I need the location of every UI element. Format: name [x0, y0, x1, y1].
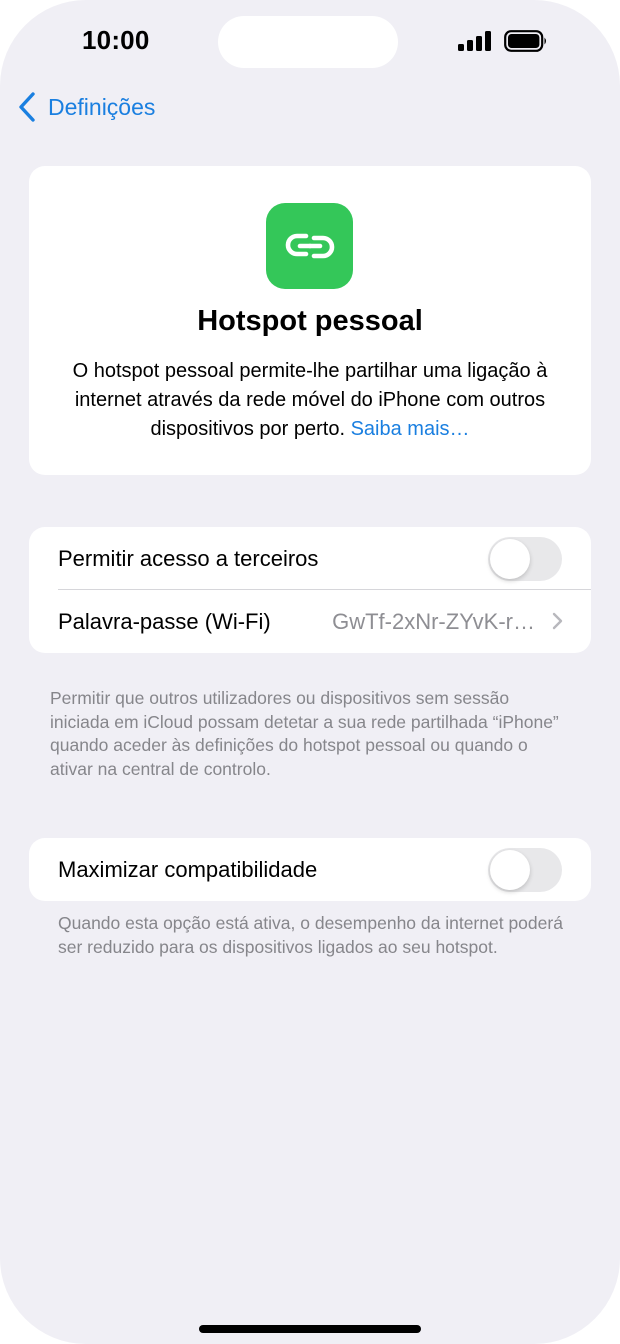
allow-others-toggle[interactable] [488, 536, 562, 581]
hotspot-settings-group: Permitir acesso a terceiros Palavra-pass… [29, 527, 591, 653]
maximize-compat-toggle[interactable] [488, 847, 562, 892]
hotspot-app-icon [266, 203, 353, 289]
battery-icon [504, 30, 546, 52]
status-icons [458, 30, 548, 52]
maximize-compat-label: Maximizar compatibilidade [58, 856, 318, 882]
toggle-knob [490, 538, 530, 579]
hero-description-text: O hotspot pessoal permite-lhe partilhar … [72, 360, 548, 440]
page-title: Hotspot pessoal [197, 305, 423, 337]
wifi-password-row[interactable]: Palavra-passe (Wi-Fi) GwTf-2xNr-ZYvK-r… [29, 590, 591, 653]
link-icon [285, 233, 334, 259]
compatibility-settings-group: Maximizar compatibilidade [29, 838, 591, 901]
back-button-label: Definições [48, 93, 156, 120]
maximize-compat-footer: Quando esta opção está ativa, o desempen… [58, 913, 563, 957]
toggle-knob [490, 849, 530, 890]
hero-description: O hotspot pessoal permite-lhe partilhar … [53, 357, 567, 444]
wifi-password-label: Palavra-passe (Wi-Fi) [58, 608, 271, 634]
chevron-left-icon [19, 92, 35, 122]
maximize-compat-row[interactable]: Maximizar compatibilidade [29, 838, 591, 901]
status-time: 10:00 [82, 25, 150, 55]
learn-more-link[interactable]: Saiba mais… [351, 418, 470, 440]
allow-others-label: Permitir acesso a terceiros [58, 545, 319, 571]
chevron-right-icon [552, 612, 563, 630]
allow-others-footer: Permitir que outros utilizadores ou disp… [50, 688, 559, 779]
back-button[interactable]: Definições [18, 92, 155, 122]
phone-screen: 10:00 Definições Hotspot pessoal O hotsp… [0, 0, 620, 1344]
cellular-signal-icon [458, 31, 491, 51]
allow-others-row[interactable]: Permitir acesso a terceiros [29, 527, 591, 590]
home-indicator[interactable] [199, 1325, 421, 1333]
hotspot-info-card: Hotspot pessoal O hotspot pessoal permit… [29, 166, 591, 475]
dynamic-island [218, 16, 398, 68]
wifi-password-value: GwTf-2xNr-ZYvK-r… [332, 608, 535, 634]
